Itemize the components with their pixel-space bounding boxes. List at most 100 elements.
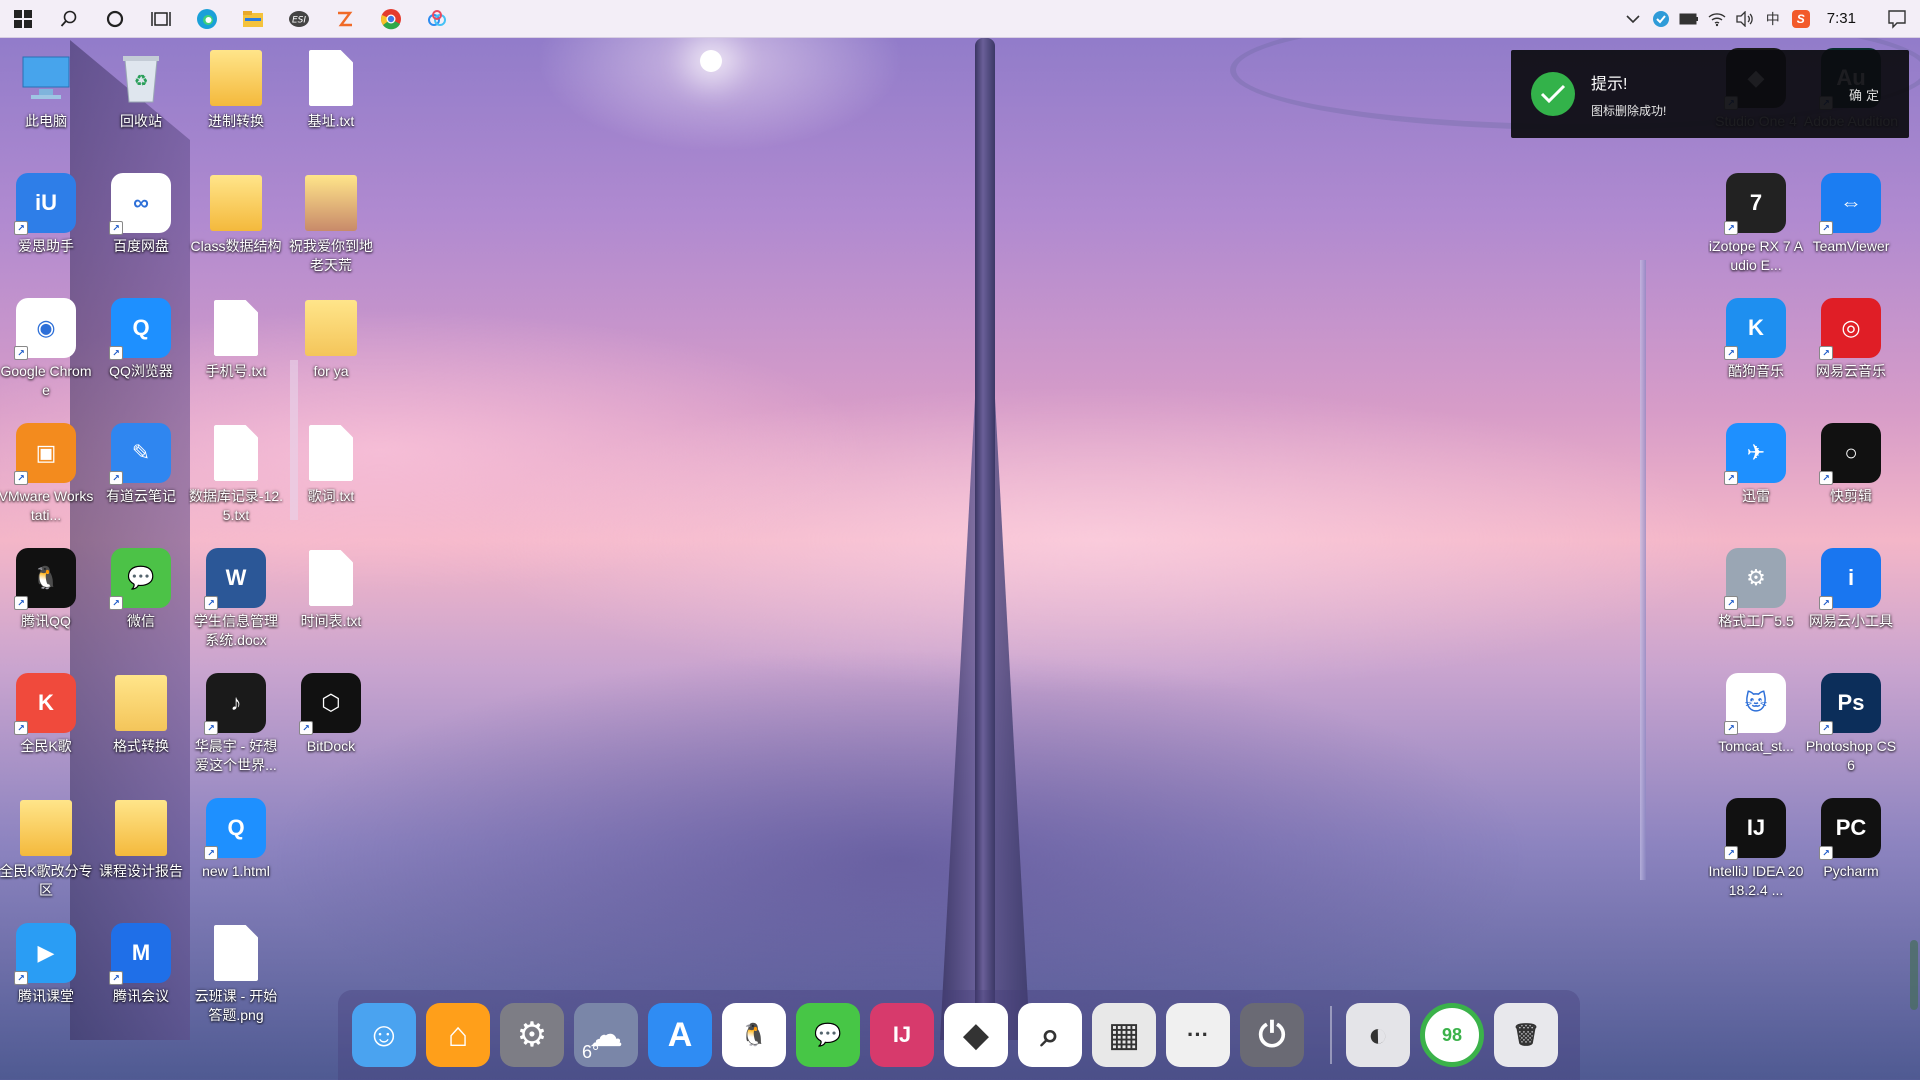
desktop-icon-label: Google Chrome (0, 363, 92, 398)
desktop-icon[interactable]: K ↗ 全民K歌 (0, 665, 92, 783)
desktop-icon[interactable]: Ps ↗ Photoshop CS6 (1805, 665, 1897, 783)
search-icon[interactable] (46, 0, 92, 38)
desktop-icon[interactable]: 此电脑 (0, 40, 92, 158)
desktop-icon[interactable]: 时间表.txt (285, 540, 377, 658)
desktop-icon[interactable]: ⇔ ↗ TeamViewer (1805, 165, 1897, 283)
folder-icon (115, 675, 167, 731)
esi-icon[interactable]: ESI (276, 0, 322, 38)
shortcut-arrow-icon: ↗ (109, 471, 123, 485)
desktop-icon[interactable]: 手机号.txt (190, 290, 282, 408)
trash-icon[interactable]: 🗑 (1494, 1003, 1558, 1067)
desktop-icon[interactable]: 💬 ↗ 微信 (95, 540, 187, 658)
desktop-icon[interactable]: ◎ ↗ 网易云音乐 (1805, 290, 1897, 408)
desktop-icon[interactable]: 🐱 ↗ Tomcat_st... (1710, 665, 1802, 783)
desktop-icon[interactable]: ✈ ↗ 迅雷 (1710, 415, 1802, 533)
desktop-icon[interactable]: 🐧 ↗ 腾讯QQ (0, 540, 92, 658)
desktop-icon[interactable]: IJ ↗ IntelliJ IDEA 2018.2.4 ... (1709, 790, 1803, 908)
desktop-icon[interactable]: ⚙ ↗ 格式工厂5.5 (1710, 540, 1802, 658)
app-icon: ⇔ (1840, 190, 1862, 215)
desktop-icon[interactable]: 7 ↗ iZotope RX 7 Audio E... (1709, 165, 1803, 283)
desktop-icon-image: ♻ (111, 48, 171, 108)
finder-icon[interactable]: ☺ (352, 1003, 416, 1067)
scroll-indicator[interactable] (1910, 940, 1918, 1010)
edge-icon[interactable] (184, 0, 230, 38)
file-explorer-icon[interactable] (230, 0, 276, 38)
shortcut-arrow-icon: ↗ (14, 471, 28, 485)
weather-icon[interactable]: ☁ 6° (574, 1003, 638, 1067)
desktop-icon[interactable]: 格式转换 (95, 665, 187, 783)
volume-icon[interactable] (1731, 0, 1759, 38)
cortana-icon[interactable] (92, 0, 138, 38)
desktop-icon[interactable]: PC ↗ Pycharm (1805, 790, 1897, 908)
toast-confirm-button[interactable]: 确定 (1849, 85, 1883, 104)
desktop-icon[interactable]: iU ↗ 爱思助手 (0, 165, 92, 283)
home-icon[interactable]: ⌂ (426, 1003, 490, 1067)
desktop-icon-label: 百度网盘 (113, 238, 169, 254)
desktop-icon-label: 爱思助手 (18, 238, 74, 254)
app-icon: 🐱 (1744, 690, 1768, 715)
desktop-icon-image: Q ↗ (109, 298, 171, 360)
studio-one-icon[interactable]: ◆ (944, 1003, 1008, 1067)
desktop-icon-label: 有道云笔记 (106, 488, 176, 504)
desktop-icon[interactable]: Q ↗ QQ浏览器 (95, 290, 187, 408)
desktop-icon[interactable]: W ↗ 学生信息管理系统.docx (190, 540, 282, 658)
sogou-icon[interactable]: S (1787, 0, 1815, 38)
desktop-icon-label: 手机号.txt (205, 363, 267, 379)
desktop-icon[interactable]: ∞ ↗ 百度网盘 (95, 165, 187, 283)
app-orange-icon[interactable] (322, 0, 368, 38)
shield-icon[interactable] (1647, 0, 1675, 38)
chrome-icon[interactable] (368, 0, 414, 38)
wifi-icon[interactable] (1703, 0, 1731, 38)
baidu-netdisk-icon[interactable] (414, 0, 460, 38)
windows-start-icon[interactable] (0, 0, 46, 38)
desktop-icon[interactable]: for ya (285, 290, 377, 408)
desktop-icon-image (206, 923, 266, 983)
toast-title: 提示! (1591, 75, 1628, 93)
search-icon[interactable]: ⌕ (1018, 1003, 1082, 1067)
desktop-icon[interactable]: ▣ ↗ VMware Workstati... (0, 415, 93, 533)
desktop-icon[interactable]: i ↗ 网易云小工具 (1805, 540, 1897, 658)
desktop-icon[interactable]: 全民K歌改分专区 (0, 790, 93, 908)
power-icon[interactable]: ⏻ (1240, 1003, 1304, 1067)
desktop-icon-label: 此电脑 (25, 113, 67, 129)
file-icon (309, 50, 353, 106)
ime-icon[interactable]: 中 (1759, 0, 1787, 38)
desktop-icon[interactable]: ◉ ↗ Google Chrome (0, 290, 92, 408)
recycle-bin-icon: ♻ (123, 56, 159, 103)
desktop-icon-label: 课程设计报告 (99, 863, 183, 879)
desktop-icon[interactable]: Class数据结构 (190, 165, 282, 283)
more-icon[interactable]: ··· (1166, 1003, 1230, 1067)
task-view-icon[interactable] (138, 0, 184, 38)
qq-icon[interactable]: 🐧 (722, 1003, 786, 1067)
intellij-icon[interactable]: IJ (870, 1003, 934, 1067)
desktop-icon[interactable]: ✎ ↗ 有道云笔记 (95, 415, 187, 533)
desktop-icon[interactable]: K ↗ 酷狗音乐 (1710, 290, 1802, 408)
cleaner-icon[interactable]: 98 (1420, 1003, 1484, 1067)
battery-icon[interactable] (1675, 0, 1703, 38)
desktop-icon[interactable]: ○ ↗ 快剪辑 (1805, 415, 1897, 533)
desktop-icon[interactable]: M ↗ 腾讯会议 (95, 915, 187, 1033)
chevron-up-icon[interactable] (1619, 0, 1647, 38)
clock[interactable]: 7:31 (1815, 10, 1874, 27)
wechat-icon[interactable]: 💬 (796, 1003, 860, 1067)
desktop-icon[interactable]: 进制转换 (190, 40, 282, 158)
desktop-icon[interactable]: 课程设计报告 (95, 790, 187, 908)
steam-icon[interactable]: ◐ (1346, 1003, 1410, 1067)
desktop-icon[interactable]: ▶ ↗ 腾讯课堂 (0, 915, 92, 1033)
desktop-icon[interactable]: 云班课 - 开始答题.png (190, 915, 282, 1033)
action-center-icon[interactable] (1874, 0, 1920, 38)
desktop-icon[interactable]: 祝我爱你到地老天荒 (285, 165, 377, 283)
desktop-icon[interactable]: ♻ 回收站 (95, 40, 187, 158)
desktop-icon-label: Class数据结构 (190, 238, 282, 254)
settings-icon[interactable]: ⚙ (500, 1003, 564, 1067)
desktop-icon-label: 全民K歌改分专区 (0, 863, 93, 898)
app-store-icon[interactable]: A (648, 1003, 712, 1067)
notification-toast[interactable]: 提示! 图标删除成功! 确定 (1511, 50, 1909, 138)
desktop-icon[interactable]: ⬡ ↗ BitDock (285, 665, 377, 783)
desktop-icon[interactable]: 歌词.txt (285, 415, 377, 533)
calculator-icon[interactable]: ▦ (1092, 1003, 1156, 1067)
desktop-icon[interactable]: ♪ ↗ 华晨宇 - 好想爱这个世界... (190, 665, 282, 783)
desktop-icon[interactable]: 数据库记录-12.5.txt (189, 415, 283, 533)
desktop-icon[interactable]: Q ↗ new 1.html (190, 790, 282, 908)
desktop-icon[interactable]: 基址.txt (285, 40, 377, 158)
